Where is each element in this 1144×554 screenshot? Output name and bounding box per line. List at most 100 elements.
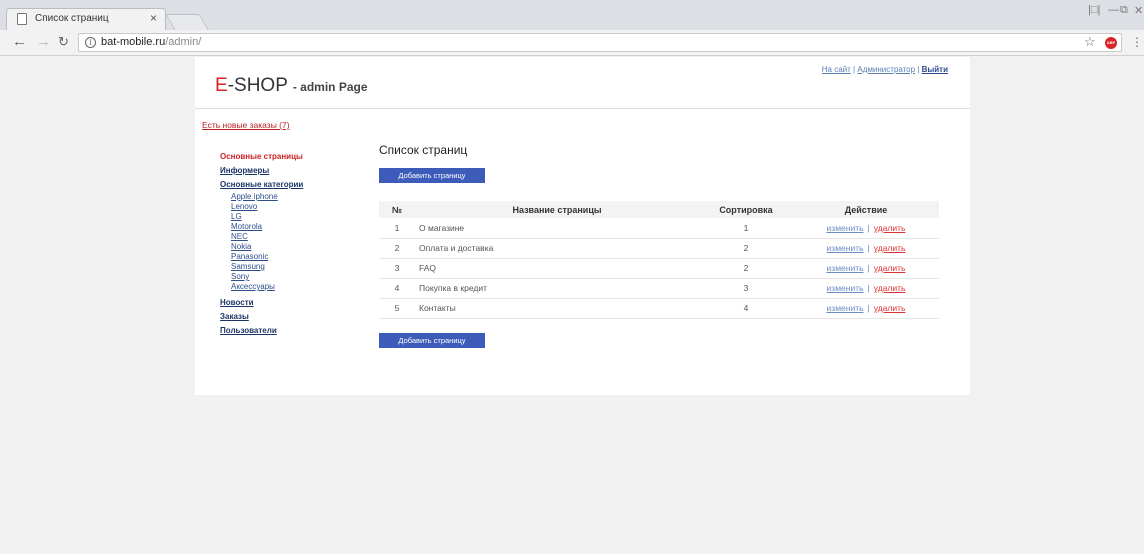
table-row: 1 О магазине 1 изменить | удалить: [379, 218, 939, 239]
adblock-icon[interactable]: ABP: [1105, 37, 1117, 49]
action-separator: |: [867, 243, 870, 253]
close-icon[interactable]: ×: [150, 11, 157, 25]
sidebar-item-orders[interactable]: Заказы: [220, 310, 360, 324]
action-separator: |: [867, 263, 870, 273]
delete-link[interactable]: удалить: [874, 283, 906, 293]
delete-link[interactable]: удалить: [874, 223, 906, 233]
tab-title: Список страниц: [35, 13, 109, 24]
action-separator: |: [867, 222, 870, 233]
top-links-separator: |: [917, 65, 920, 74]
sidebar-category-lenovo[interactable]: Lenovo: [220, 202, 360, 212]
sidebar-item-informers[interactable]: Информеры: [220, 164, 360, 178]
admin-link[interactable]: Администратор: [857, 65, 915, 74]
edit-link[interactable]: изменить: [827, 243, 864, 253]
table-row: 2 Оплата и доставка 2 изменить | удалить: [379, 238, 939, 259]
table-row: 5 Контакты 4 изменить | удалить: [379, 298, 939, 319]
browser-tab[interactable]: Список страниц ×: [6, 8, 166, 30]
sidebar-category-samsung[interactable]: Samsung: [220, 262, 360, 272]
column-header-number: №: [379, 201, 415, 218]
url-path: /admin/: [165, 36, 202, 48]
edit-link[interactable]: изменить: [827, 303, 864, 313]
row-page-name: О магазине: [415, 218, 699, 239]
sidebar-category-lg[interactable]: LG: [220, 212, 360, 222]
row-number: 3: [379, 258, 415, 279]
user-icon[interactable]: |□|: [1088, 4, 1100, 16]
action-separator: |: [867, 303, 870, 313]
logo-text: -SHOP: [227, 75, 288, 96]
table-row: 4 Покупка в кредит 3 изменить | удалить: [379, 278, 939, 299]
top-links: На сайт | Администратор | Выйти: [822, 65, 948, 74]
row-sort: 3: [699, 278, 793, 299]
row-actions: изменить | удалить: [793, 258, 939, 279]
row-actions: изменить | удалить: [793, 298, 939, 319]
page-header: E-SHOP - admin Page На сайт | Администра…: [195, 57, 970, 109]
url-host: bat-mobile.ru: [101, 36, 166, 48]
new-tab-button[interactable]: [165, 14, 209, 30]
row-sort: 4: [699, 298, 793, 319]
row-number: 2: [379, 238, 415, 259]
action-separator: |: [867, 283, 870, 293]
table-row: 3 FAQ 2 изменить | удалить: [379, 258, 939, 279]
top-links-separator: |: [853, 65, 856, 74]
sidebar-category-panasonic[interactable]: Panasonic: [220, 252, 360, 262]
sidebar-category-sony[interactable]: Sony: [220, 272, 360, 282]
edit-link[interactable]: изменить: [827, 263, 864, 273]
row-page-name: FAQ: [415, 258, 699, 279]
sidebar-category-accessories[interactable]: Аксессуары: [220, 282, 360, 292]
logo-subtitle: - admin Page: [292, 80, 368, 94]
menu-icon[interactable]: ⋮: [1131, 35, 1143, 49]
column-header-sort: Сортировка: [699, 201, 793, 218]
delete-link[interactable]: удалить: [874, 303, 906, 313]
new-orders-link[interactable]: Есть новые заказы (7): [202, 120, 290, 130]
bookmark-star-icon[interactable]: ☆: [1084, 34, 1096, 50]
sidebar-item-categories[interactable]: Основные категории: [220, 178, 360, 192]
url-text: bat-mobile.ru/admin/: [101, 34, 201, 51]
row-number: 5: [379, 298, 415, 319]
column-header-name: Название страницы: [415, 201, 699, 218]
logout-link[interactable]: Выйти: [922, 65, 948, 74]
admin-page: E-SHOP - admin Page На сайт | Администра…: [195, 57, 970, 395]
sidebar-item-main-pages[interactable]: Основные страницы: [220, 150, 360, 164]
reload-icon[interactable]: ↻: [58, 34, 69, 50]
row-page-name: Контакты: [415, 298, 699, 319]
delete-link[interactable]: удалить: [874, 263, 906, 273]
sidebar-category-apple[interactable]: Apple iphone: [220, 192, 360, 202]
minimize-icon[interactable]: —: [1108, 4, 1119, 16]
restore-icon[interactable]: ⧉: [1120, 4, 1128, 17]
info-icon[interactable]: i: [85, 37, 96, 48]
logo-letter: E: [215, 75, 228, 96]
browser-tabstrip: Список страниц × |□| — ⧉ ✕: [0, 0, 1144, 30]
main-content: Список страниц Добавить страницу № Назва…: [379, 143, 939, 348]
sidebar-category-nokia[interactable]: Nokia: [220, 242, 360, 252]
sidebar-category-motorola[interactable]: Motorola: [220, 222, 360, 232]
row-actions: изменить | удалить: [793, 238, 939, 259]
sidebar: Основные страницы Информеры Основные кат…: [220, 150, 360, 338]
column-header-action: Действие: [793, 201, 939, 218]
forward-icon[interactable]: →: [36, 34, 51, 50]
site-link[interactable]: На сайт: [822, 65, 851, 74]
row-page-name: Оплата и доставка: [415, 238, 699, 259]
add-page-button[interactable]: Добавить страницу: [379, 168, 485, 183]
row-sort: 2: [699, 238, 793, 259]
page-icon: [17, 13, 27, 25]
close-window-icon[interactable]: ✕: [1134, 4, 1143, 17]
row-sort: 1: [699, 218, 793, 239]
sidebar-item-news[interactable]: Новости: [220, 296, 360, 310]
edit-link[interactable]: изменить: [827, 223, 864, 233]
row-number: 4: [379, 278, 415, 299]
sidebar-category-nec[interactable]: NEC: [220, 232, 360, 242]
logo: E-SHOP - admin Page: [215, 75, 368, 97]
row-number: 1: [379, 218, 415, 239]
address-bar[interactable]: i bat-mobile.ru/admin/: [78, 33, 1122, 52]
page-title: Список страниц: [379, 143, 468, 157]
back-icon[interactable]: ←: [12, 34, 27, 50]
table-header-row: № Название страницы Сортировка Действие: [379, 201, 939, 218]
sidebar-item-users[interactable]: Пользователи: [220, 324, 360, 338]
add-page-button-bottom[interactable]: Добавить страницу: [379, 333, 485, 348]
edit-link[interactable]: изменить: [827, 283, 864, 293]
row-page-name: Покупка в кредит: [415, 278, 699, 299]
delete-link[interactable]: удалить: [874, 243, 906, 253]
row-actions: изменить | удалить: [793, 278, 939, 299]
row-actions: изменить | удалить: [793, 218, 939, 239]
row-sort: 2: [699, 258, 793, 279]
